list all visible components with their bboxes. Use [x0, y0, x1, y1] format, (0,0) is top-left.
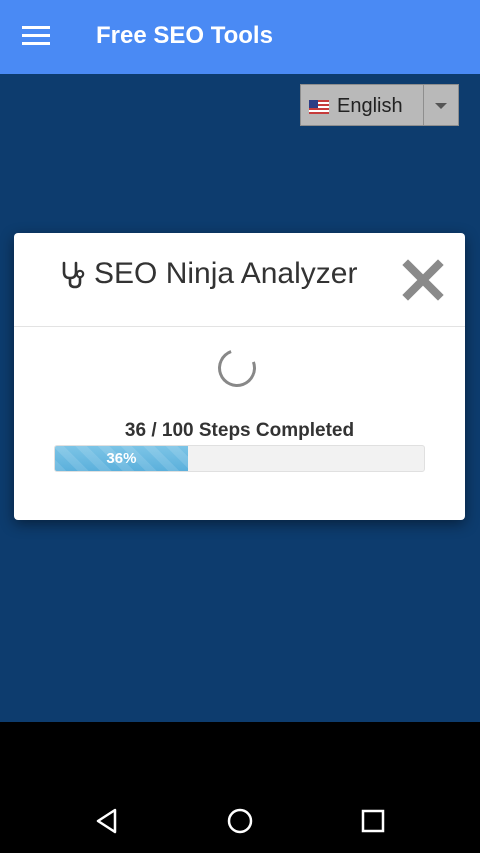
loading-spinner-icon	[211, 342, 263, 394]
language-label: English	[337, 95, 403, 117]
app-bar: Free SEO Tools	[0, 0, 480, 74]
steps-completed-text: 36 / 100 Steps Completed	[124, 420, 355, 441]
language-dropdown-toggle[interactable]	[423, 85, 458, 125]
progress-label: 36%	[106, 450, 137, 467]
stethoscope-icon	[62, 261, 85, 289]
hamburger-menu-icon[interactable]	[22, 26, 50, 48]
home-circle-icon[interactable]	[224, 805, 256, 837]
back-triangle-icon[interactable]	[91, 805, 123, 837]
close-icon[interactable]	[402, 259, 444, 301]
language-select[interactable]: English	[300, 84, 459, 126]
dialog-title: SEO Ninja Analyzer	[94, 257, 358, 290]
us-flag-icon	[309, 100, 329, 114]
dialog-header: SEO Ninja Analyzer	[14, 233, 465, 327]
chevron-down-icon	[435, 103, 447, 109]
app-title: Free SEO Tools	[96, 22, 273, 49]
recents-square-icon[interactable]	[357, 805, 389, 837]
progress-bar: 36%	[54, 445, 425, 472]
analyzer-dialog: SEO Ninja Analyzer 36 / 100 Steps Comple…	[14, 233, 465, 520]
